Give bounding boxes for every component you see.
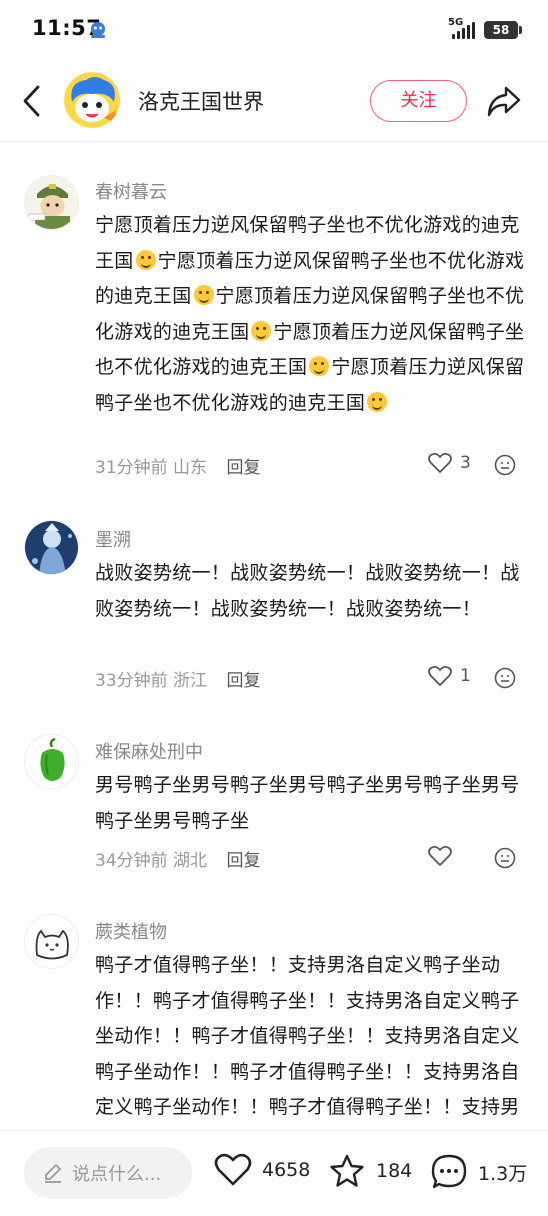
comment-region: 山东 <box>173 458 208 478</box>
heart-icon <box>214 1153 252 1186</box>
top-navigation: 洛克王国世界 关注 <box>0 62 548 142</box>
zany-face-emoji <box>367 391 388 412</box>
heart-icon <box>428 845 452 866</box>
comment-author[interactable]: 春树暮云 <box>95 178 167 204</box>
cat-avatar-icon <box>25 915 78 968</box>
user-avatar[interactable] <box>24 914 79 969</box>
comment-time: 33分钟前 <box>95 671 168 691</box>
comment-input-placeholder: 说点什么... <box>72 1164 162 1185</box>
like-button[interactable]: 4658 <box>214 1153 310 1187</box>
pepper-avatar-icon <box>25 735 78 788</box>
soldier-avatar-icon <box>25 176 78 229</box>
share-icon[interactable] <box>486 84 522 118</box>
comment-time: 34分钟前 <box>95 851 168 871</box>
comments-button[interactable]: 1.3万 <box>430 1153 527 1191</box>
status-bar: 11:57 5G 58 <box>0 0 548 62</box>
back-icon[interactable] <box>20 84 44 118</box>
joy-emoji <box>251 320 272 341</box>
comment-like-button[interactable] <box>428 845 460 867</box>
comment-text: 宁愿顶着压力逆风保留鸭子坐也不优化游戏的迪克王国 宁愿顶着压力逆风保留鸭子坐也不优… <box>95 208 527 421</box>
comment-meta: 34分钟前 湖北 回复 <box>95 846 260 871</box>
user-avatar[interactable] <box>24 734 79 789</box>
emoji-reaction-icon[interactable] <box>494 667 516 689</box>
comment-count: 1.3万 <box>478 1162 528 1185</box>
battery-icon: 58 <box>484 21 522 39</box>
comment-meta: 33分钟前 浙江 回复 <box>95 666 260 691</box>
comment-text: 鸭子才值得鸭子坐！！支持男洛自定义鸭子坐动作！！鸭子才值得鸭子坐！！支持男洛自定… <box>95 954 520 1118</box>
comment-region: 浙江 <box>173 671 208 691</box>
reply-button[interactable]: 回复 <box>226 671 260 691</box>
pencil-icon <box>45 1164 61 1183</box>
page-title: 洛克王国世界 <box>138 90 264 114</box>
chat-bubble-icon <box>431 1154 467 1189</box>
signal-icon: 5G <box>448 17 478 41</box>
rofl-emoji <box>193 285 214 305</box>
comment-like-button[interactable]: 3 <box>428 452 471 474</box>
comment-time: 31分钟前 <box>95 458 168 478</box>
comment-text: 战败姿势统一！战败姿势统一！战败姿势统一！战败姿势统一！战败姿势统一！战败姿势统… <box>95 562 520 620</box>
comment-region: 湖北 <box>173 851 208 871</box>
comment-text: 男号鸭子坐男号鸭子坐男号鸭子坐男号鸭子坐男号鸭子坐男号鸭子坐 <box>95 774 520 832</box>
reply-button[interactable]: 回复 <box>226 851 260 871</box>
comment-meta: 31分钟前 山东 回复 <box>95 453 260 478</box>
favorite-button[interactable]: 184 <box>328 1153 412 1189</box>
character-avatar-icon <box>25 521 78 574</box>
comment-author[interactable]: 墨溯 <box>95 526 131 552</box>
heart-icon <box>428 665 452 686</box>
pleading-face-emoji <box>135 249 156 270</box>
group-avatar[interactable] <box>64 72 120 128</box>
emoji-reaction-icon[interactable] <box>494 454 516 476</box>
follow-button[interactable]: 关注 <box>370 80 467 122</box>
comment-author[interactable]: 难保麻处刑中 <box>95 738 203 764</box>
mascot-icon <box>64 72 120 128</box>
status-indicators: 5G 58 <box>448 17 522 42</box>
comment-author[interactable]: 蕨类植物 <box>95 918 167 944</box>
star-icon <box>330 1154 364 1187</box>
laughing-emoji <box>309 356 330 376</box>
emoji-reaction-icon[interactable] <box>494 847 516 869</box>
comment-like-count: 3 <box>460 453 471 473</box>
comment-list[interactable]: 春树暮云 宁愿顶着压力逆风保留鸭子坐也不优化游戏的迪克王国 宁愿顶着压力逆风保留鸭… <box>0 143 548 1130</box>
like-count: 4658 <box>262 1159 311 1181</box>
comment-like-count: 1 <box>460 666 471 686</box>
user-avatar[interactable] <box>24 175 79 230</box>
favorite-count: 184 <box>376 1160 413 1182</box>
user-avatar[interactable] <box>24 520 79 575</box>
comment-like-button[interactable]: 1 <box>428 665 471 687</box>
app-notification-icon <box>91 22 105 38</box>
bottom-action-bar: 说点什么... 4658 184 1.3万 <box>0 1130 548 1216</box>
heart-icon <box>428 452 452 473</box>
reply-button[interactable]: 回复 <box>226 458 260 478</box>
comment-input[interactable]: 说点什么... <box>24 1147 192 1199</box>
